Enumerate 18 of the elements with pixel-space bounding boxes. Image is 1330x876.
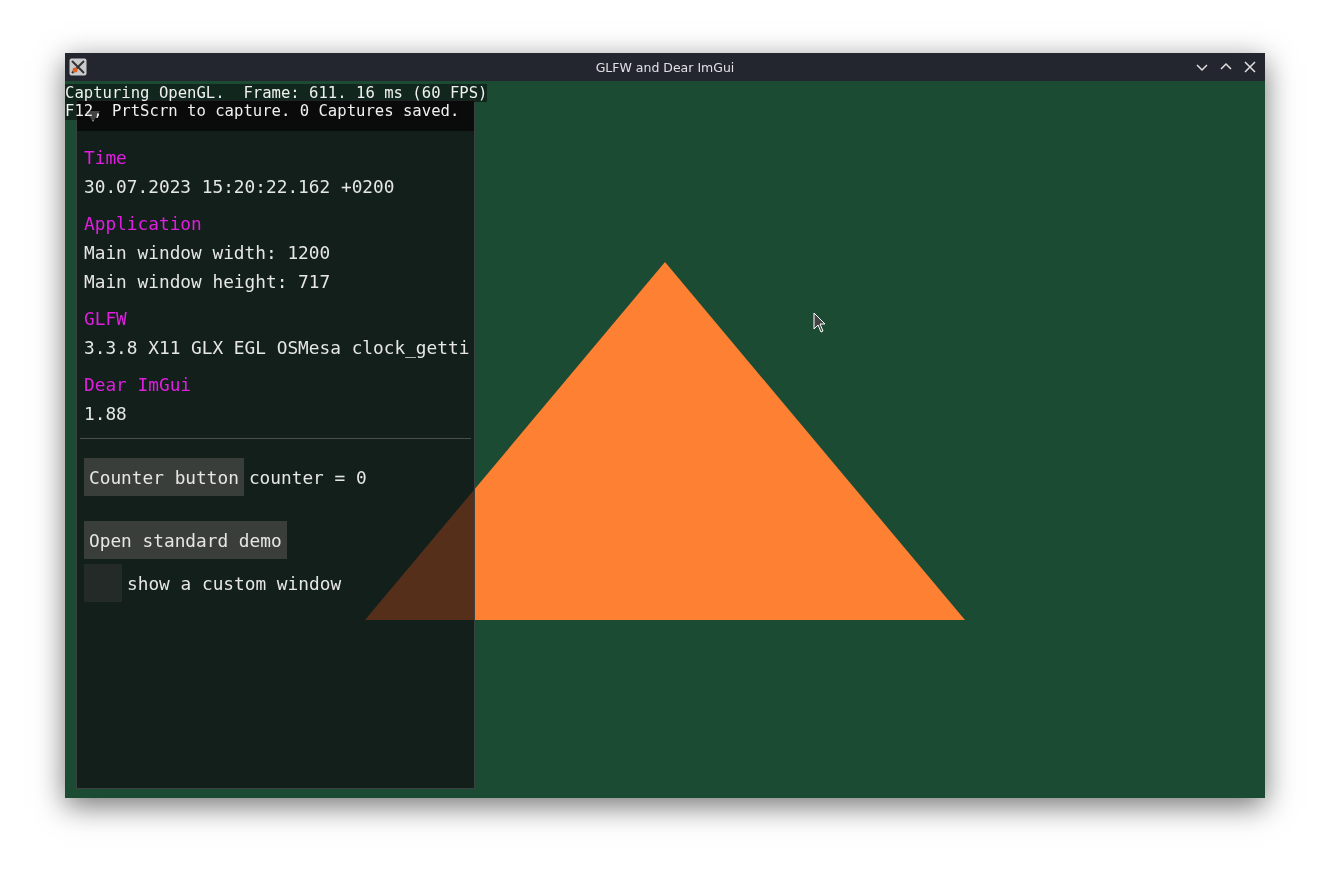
info-text: 3.3.8 X11 GLX EGL OSMesa clock_getti — [84, 336, 467, 360]
info-text: Main window height: 717 — [84, 270, 332, 294]
section-heading: Time — [84, 146, 128, 170]
info-text: 1.88 — [84, 402, 128, 426]
counter-text: counter = 0 — [248, 466, 367, 488]
info-text: Main window width: 1200 — [84, 241, 332, 265]
checkbox-label: show a custom window — [127, 572, 342, 594]
section-heading: Application — [84, 212, 203, 236]
info-text: 30.07.2023 15:20:22.162 +0200 — [84, 175, 396, 199]
open-demo-button[interactable]: Open standard demo — [84, 521, 287, 559]
app-logo-icon — [69, 58, 87, 76]
cursor-icon — [813, 312, 827, 334]
close-icon[interactable] — [1243, 60, 1257, 74]
capture-status-text: Capturing OpenGL. Frame: 611. 16 ms (60 FPS) — [65, 84, 488, 102]
window-title: GLFW and Dear ImGui — [595, 59, 735, 75]
section-heading: GLFW — [84, 307, 128, 331]
counter-button[interactable]: Counter button — [84, 458, 244, 496]
section-heading: Dear ImGui — [84, 373, 193, 397]
